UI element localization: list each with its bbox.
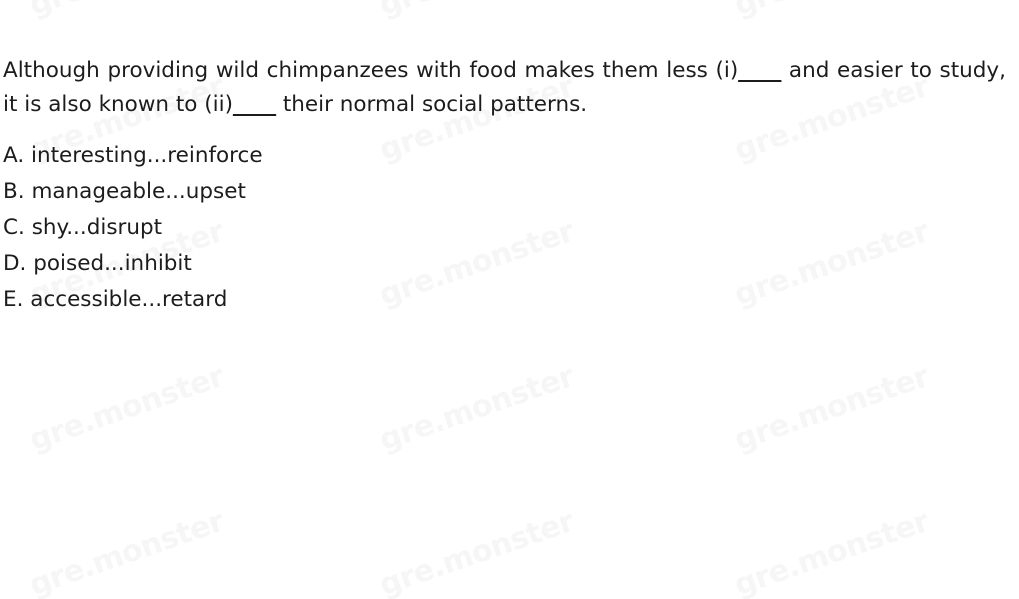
answer-choice-e[interactable]: E. accessible...retard xyxy=(3,282,703,318)
choice-letter-c: C. xyxy=(3,215,25,240)
answer-choice-b[interactable]: B. manageable...upset xyxy=(3,174,703,210)
answer-choice-d[interactable]: D. poised...inhibit xyxy=(3,246,703,282)
content-layer: Although providing wild chimpanzees with… xyxy=(0,0,1019,599)
choice-text-d: poised...inhibit xyxy=(33,251,192,276)
answer-choices-list: A. interesting...reinforce B. manageable… xyxy=(3,138,703,318)
choice-text-c: shy...disrupt xyxy=(31,215,163,240)
choice-letter-b: B. xyxy=(3,179,25,204)
choice-letter-d: D. xyxy=(3,251,27,276)
choice-text-e: accessible...retard xyxy=(30,287,228,312)
question-segment-3: their normal social patterns. xyxy=(276,91,588,117)
choice-text-a: interesting...reinforce xyxy=(31,143,263,168)
blank-one: ____ xyxy=(738,57,782,83)
choice-text-b: manageable...upset xyxy=(31,179,246,204)
blank-two: ____ xyxy=(233,91,277,117)
answer-choice-a[interactable]: A. interesting...reinforce xyxy=(3,138,703,174)
choice-letter-e: E. xyxy=(3,287,24,312)
question-segment-1: Although providing wild chimpanzees with… xyxy=(3,57,739,83)
answer-choice-c[interactable]: C. shy...disrupt xyxy=(3,210,703,246)
question-prompt: Although providing wild chimpanzees with… xyxy=(3,54,1006,122)
choice-letter-a: A. xyxy=(3,143,25,168)
